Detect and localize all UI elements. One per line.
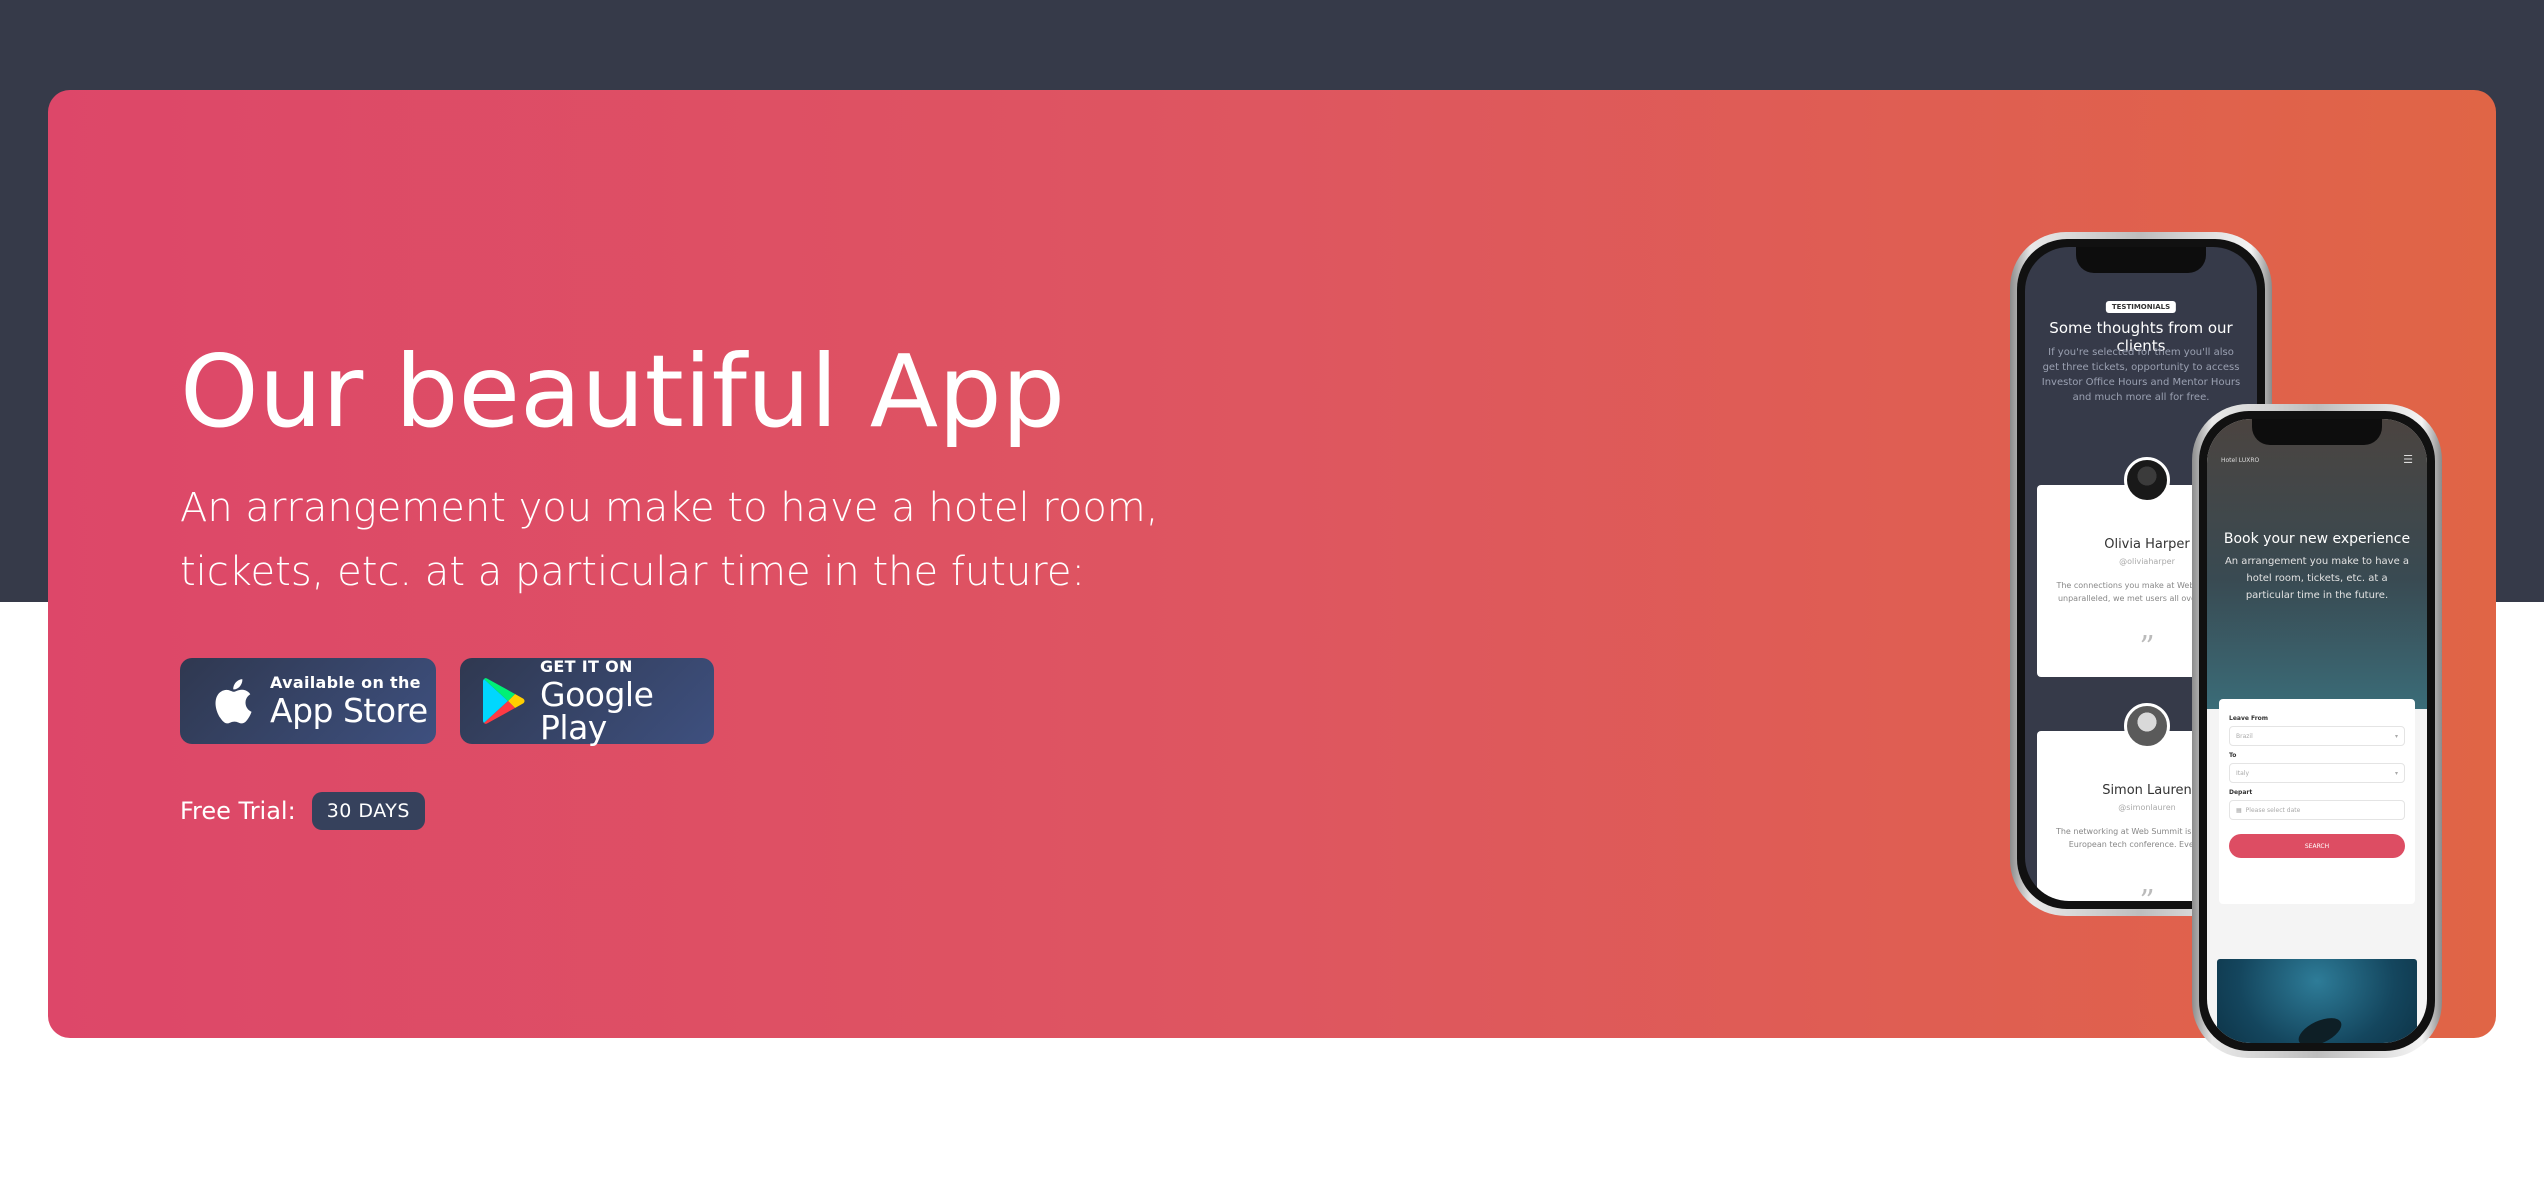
quote-icon: ” — [2139, 884, 2154, 901]
leave-from-label: Leave From — [2229, 715, 2269, 722]
promo-content: Our beautiful App An arrangement you mak… — [180, 332, 1380, 830]
booking-brand: Hotel LUXRO — [2221, 457, 2260, 464]
chevron-down-icon: ▾ — [2394, 769, 2398, 777]
depart-placeholder: Please select date — [2245, 806, 2301, 814]
app-store-button[interactable]: Available on the App Store — [180, 658, 436, 744]
free-trial-label: Free Trial: — [180, 797, 296, 825]
calendar-icon: ▦ — [2236, 806, 2242, 814]
store-buttons: Available on the App Store GET IT ON Goo… — [180, 658, 1380, 744]
testimonials-subtext: If you're selected for them you'll also … — [2041, 347, 2241, 403]
phone-screen: Hotel LUXRO ☰ Book your new experience A… — [2207, 419, 2427, 1043]
leave-from-select[interactable]: Brazil ▾ — [2229, 726, 2405, 746]
chevron-down-icon: ▾ — [2394, 732, 2398, 740]
avatar — [2124, 703, 2170, 749]
depart-label: Depart — [2229, 789, 2253, 796]
phone-notch — [2252, 419, 2382, 445]
booking-form: Leave From Brazil ▾ To Italy ▾ Depart ▦ … — [2219, 699, 2415, 904]
google-play-icon — [482, 677, 526, 725]
avatar — [2124, 457, 2170, 503]
to-select[interactable]: Italy ▾ — [2229, 763, 2405, 783]
phone-bezel: Hotel LUXRO ☰ Book your new experience A… — [2199, 411, 2435, 1051]
google-play-small-label: GET IT ON — [540, 656, 633, 676]
to-label: To — [2229, 752, 2237, 759]
booking-subtitle: An arrangement you make to have a hotel … — [2224, 556, 2410, 601]
booking-title: Book your new experience — [2223, 531, 2411, 547]
google-play-button[interactable]: GET IT ON Google Play — [460, 658, 714, 744]
search-button[interactable]: SEARCH — [2229, 834, 2405, 858]
google-play-big-label: Google Play — [540, 674, 654, 747]
underwater-photo — [2217, 959, 2417, 1043]
app-store-big-label: App Store — [270, 691, 428, 730]
promo-subtitle: An arrangement you make to have a hotel … — [180, 485, 1159, 595]
app-store-text: Available on the App Store — [270, 673, 428, 730]
free-trial-badge: 30 DAYS — [311, 792, 425, 830]
diver-silhouette — [2294, 1012, 2346, 1043]
phone-mockup-booking: Hotel LUXRO ☰ Book your new experience A… — [2192, 404, 2442, 1058]
app-store-small-label: Available on the — [270, 673, 421, 692]
to-value: Italy — [2236, 769, 2250, 777]
apple-icon — [208, 677, 256, 725]
promo-title: Our beautiful App — [180, 333, 1066, 450]
phone-notch — [2076, 247, 2206, 273]
quote-icon: ” — [2139, 630, 2155, 665]
free-trial: Free Trial: 30 DAYS — [180, 792, 1380, 830]
leave-from-value: Brazil — [2236, 732, 2253, 740]
depart-date-input[interactable]: ▦ Please select date — [2229, 800, 2405, 820]
menu-icon: ☰ — [2403, 453, 2413, 466]
testimonials-tag: TESTIMONIALS — [2105, 301, 2177, 313]
google-play-text: GET IT ON Google Play — [540, 656, 714, 747]
page: Our beautiful App An arrangement you mak… — [0, 0, 2544, 1200]
